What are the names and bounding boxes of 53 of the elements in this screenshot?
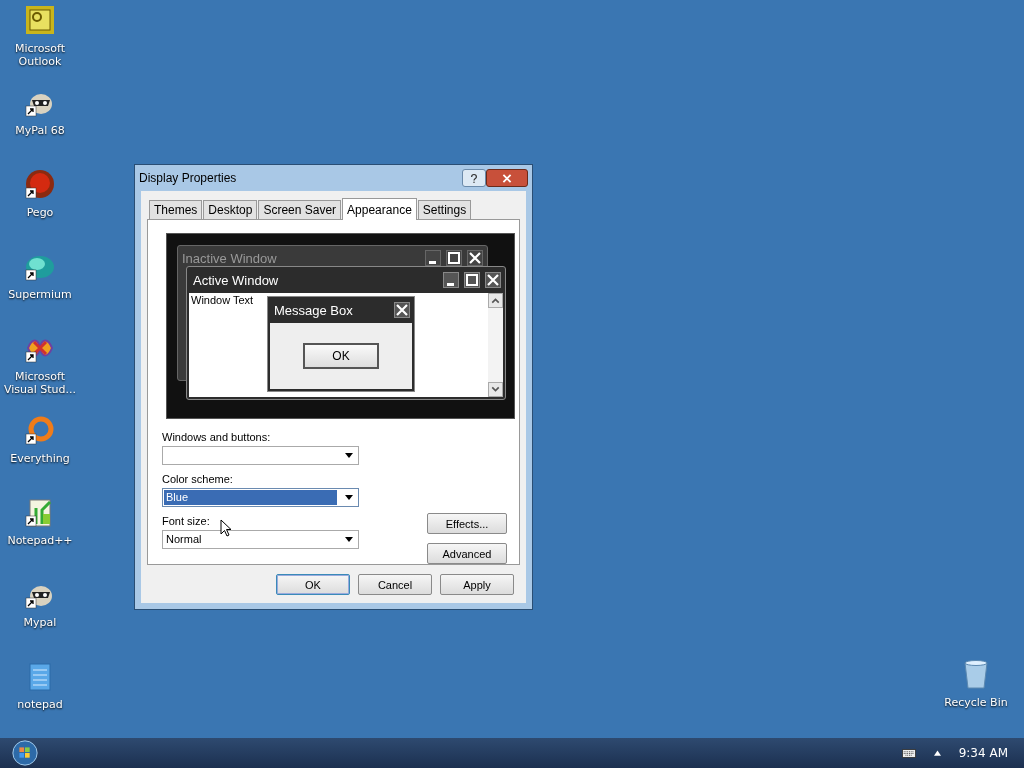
tab[interactable]: Screen Saver [258,200,342,219]
desktop-icon-label[interactable]: Supermium [1,288,79,301]
dialog-button[interactable]: Apply [440,574,514,595]
show-hidden-icons-icon[interactable] [933,750,941,756]
dropdown[interactable]: Blue [162,488,359,507]
close-icon [394,302,410,318]
minimize-icon [443,272,459,288]
dropdown[interactable]: Normal [162,530,359,549]
dialog-button[interactable]: Advanced [427,543,507,564]
window-text: Window Text [190,293,255,307]
desktop-icon-label[interactable]: Recycle Bin [937,696,1015,709]
maximize-icon [464,272,480,288]
dialog-button[interactable]: OK [276,574,350,595]
tab[interactable]: Desktop [203,200,258,219]
field-label: Font size: [162,515,211,527]
keyboard-icon[interactable] [901,748,916,758]
start-button[interactable] [11,739,39,767]
desktop-icon-label[interactable]: Notepad++ [1,534,79,547]
window-title: Active Window [193,272,280,288]
desktop-icon-label[interactable]: notepad [1,698,79,711]
close-button[interactable] [486,169,528,187]
desktop-icon-label[interactable]: Microsoft Visual Stud... [1,370,79,396]
ok-button[interactable]: OK [303,343,379,369]
maximize-icon [446,250,462,266]
window-title: Inactive Window [182,250,278,266]
tab[interactable]: Appearance [342,198,417,220]
desktop-icon-label[interactable]: Everything [1,452,79,465]
dialog-button[interactable]: Cancel [358,574,432,595]
caret-icon [345,495,353,500]
close-icon [502,173,512,183]
clock[interactable]: 9:34 AM [958,746,1008,760]
minimize-icon [425,250,441,266]
tab[interactable]: Settings [417,200,472,219]
window-title: Message Box [274,302,354,318]
close-icon [485,272,501,288]
caret-icon [345,537,353,542]
mail-app-icon[interactable] [24,4,56,36]
mouse-cursor-icon [220,519,232,537]
desktop-icon-label[interactable]: MyPal 68 [1,124,79,137]
app-icon[interactable] [24,168,56,200]
desktop-icon-label[interactable]: Pego [1,206,79,219]
desktop-icon-label[interactable]: Mypal [1,616,79,629]
close-icon [467,250,483,266]
dialog-button[interactable]: Effects... [427,513,507,534]
tab[interactable]: Themes [149,200,203,219]
question-mark-icon [470,172,478,184]
field-label: Color scheme: [162,473,234,485]
app-icon[interactable] [24,414,56,446]
caret-icon [345,453,353,458]
desktop-icon-label[interactable]: Microsoft Outlook [1,42,79,68]
window-title: Display Properties [139,171,238,185]
field-label: Windows and buttons: [162,431,272,443]
help-button[interactable] [462,169,486,187]
